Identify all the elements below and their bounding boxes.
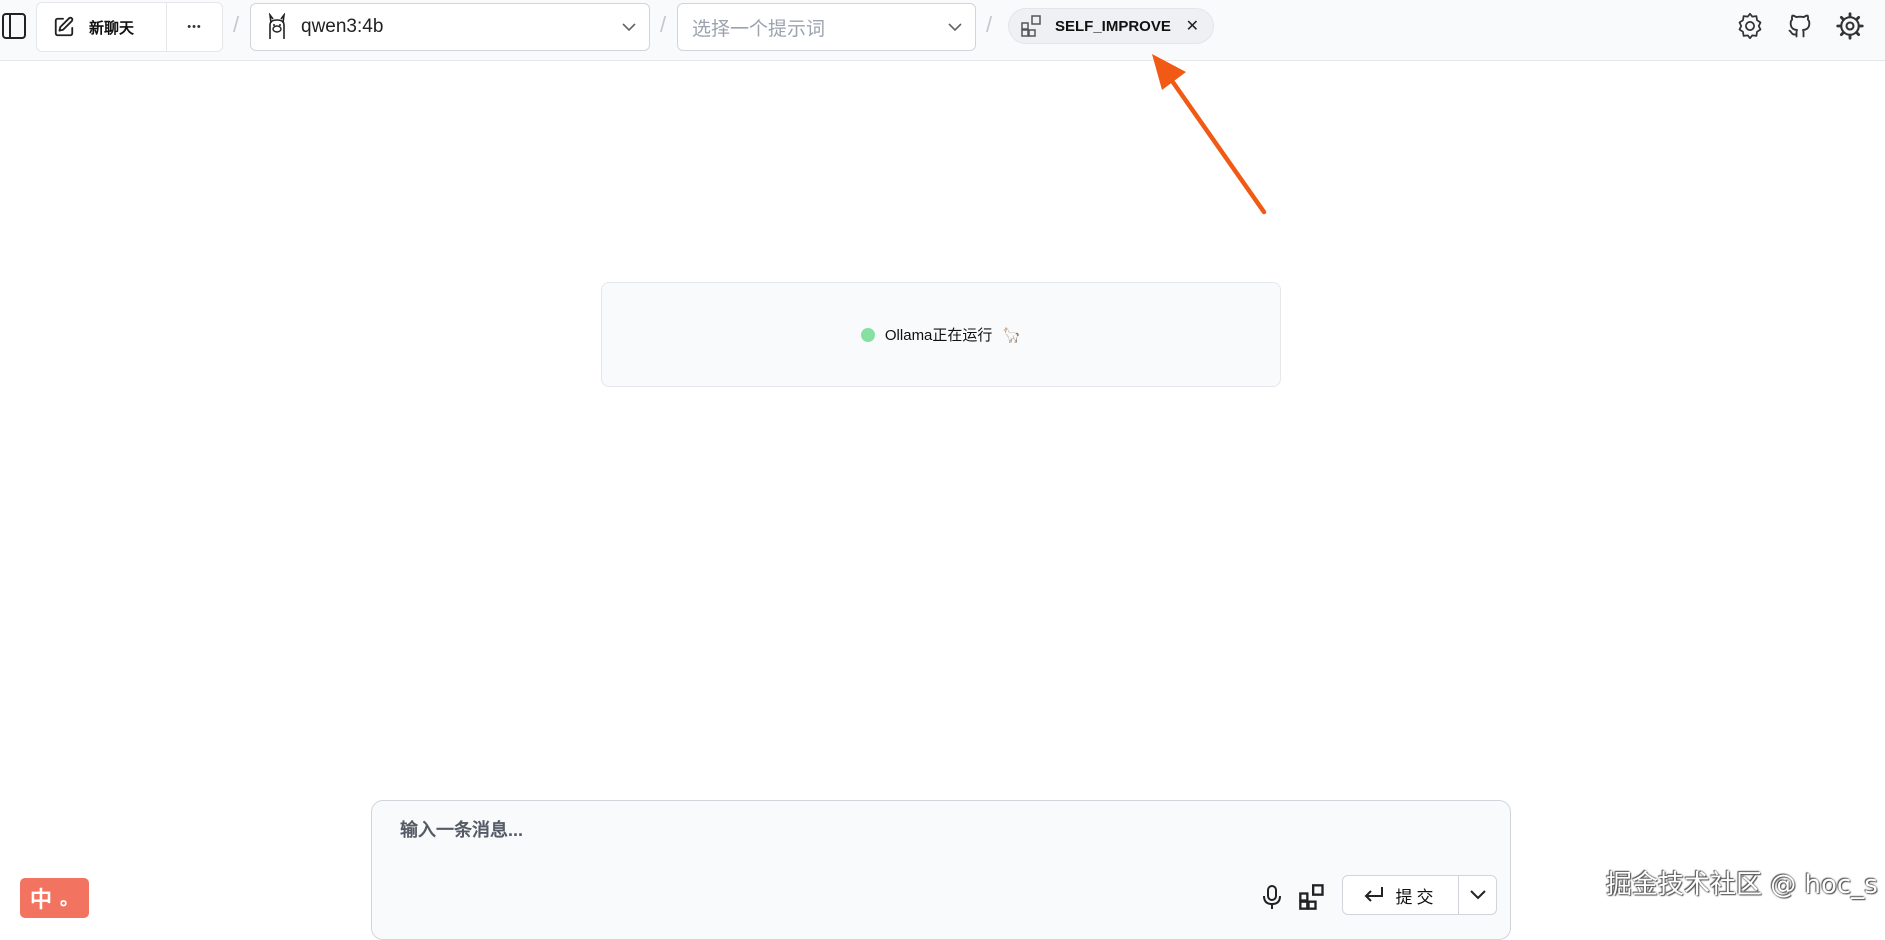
sidebar-toggle-icon [2,13,26,39]
more-options-button[interactable]: ••• [167,3,222,51]
model-select-value: qwen3:4b [301,16,384,37]
blocks-icon [1021,15,1041,37]
prompt-select[interactable]: 选择一个提示词 [677,3,976,51]
chevron-down-icon [621,22,637,32]
voice-input-button[interactable] [1256,881,1288,913]
new-chat-button[interactable]: 新聊天 [37,3,167,51]
github-link[interactable] [1784,10,1816,42]
submit-label: 提交 [1395,887,1438,907]
chevron-down-icon [1469,890,1486,900]
close-icon[interactable]: ✕ [1186,16,1199,36]
submit-button[interactable]: 提交 [1343,876,1459,914]
sidebar-toggle-button[interactable] [0,9,28,43]
breadcrumb-separator: / [660,12,667,37]
llama-emoji: 🦙 [1002,326,1022,344]
mic-icon [1263,885,1281,909]
settings-gear-icon [1738,12,1762,40]
chat-actions-group: 新聊天 ••• [36,2,223,52]
github-icon [1788,14,1811,38]
message-composer: 提交 [371,800,1511,940]
tools-button[interactable] [1296,881,1328,913]
llama-icon [268,13,286,39]
breadcrumb-separator: / [233,12,240,37]
model-select[interactable]: qwen3:4b [250,3,650,51]
top-bar: 新聊天 ••• / qwen3:4b / 选择一个提示词 / SELF_IMPR… [0,0,1885,61]
gear-icon [1836,12,1864,40]
settings-button[interactable] [1734,10,1766,42]
more-icon: ••• [187,21,202,33]
blocks-icon [1299,884,1324,910]
ime-indicator: 中 。 [20,878,89,918]
status-text: Ollama正在运行 [884,327,993,344]
preferences-button[interactable] [1834,10,1866,42]
ime-mode-label: 中 [30,887,53,912]
tool-chip[interactable]: SELF_IMPROVE ✕ [1008,8,1214,44]
ollama-status-card: Ollama正在运行 🦙 [601,282,1281,387]
submit-options-button[interactable] [1459,876,1496,914]
arrow-annotation [1152,54,1267,215]
breadcrumb-separator: / [986,12,993,37]
ime-punctuation-mark: 。 [60,889,79,909]
chevron-down-icon [947,22,963,32]
prompt-select-placeholder: 选择一个提示词 [692,18,826,40]
enter-icon [1364,887,1383,902]
status-dot [860,327,875,342]
new-chat-label: 新聊天 [89,19,135,37]
tool-chip-label: SELF_IMPROVE [1055,17,1171,35]
edit-icon [54,16,74,37]
watermark: 掘金技术社区 @ hoc_s [1606,870,1878,900]
message-input[interactable] [398,819,1302,842]
submit-group: 提交 [1342,875,1497,915]
